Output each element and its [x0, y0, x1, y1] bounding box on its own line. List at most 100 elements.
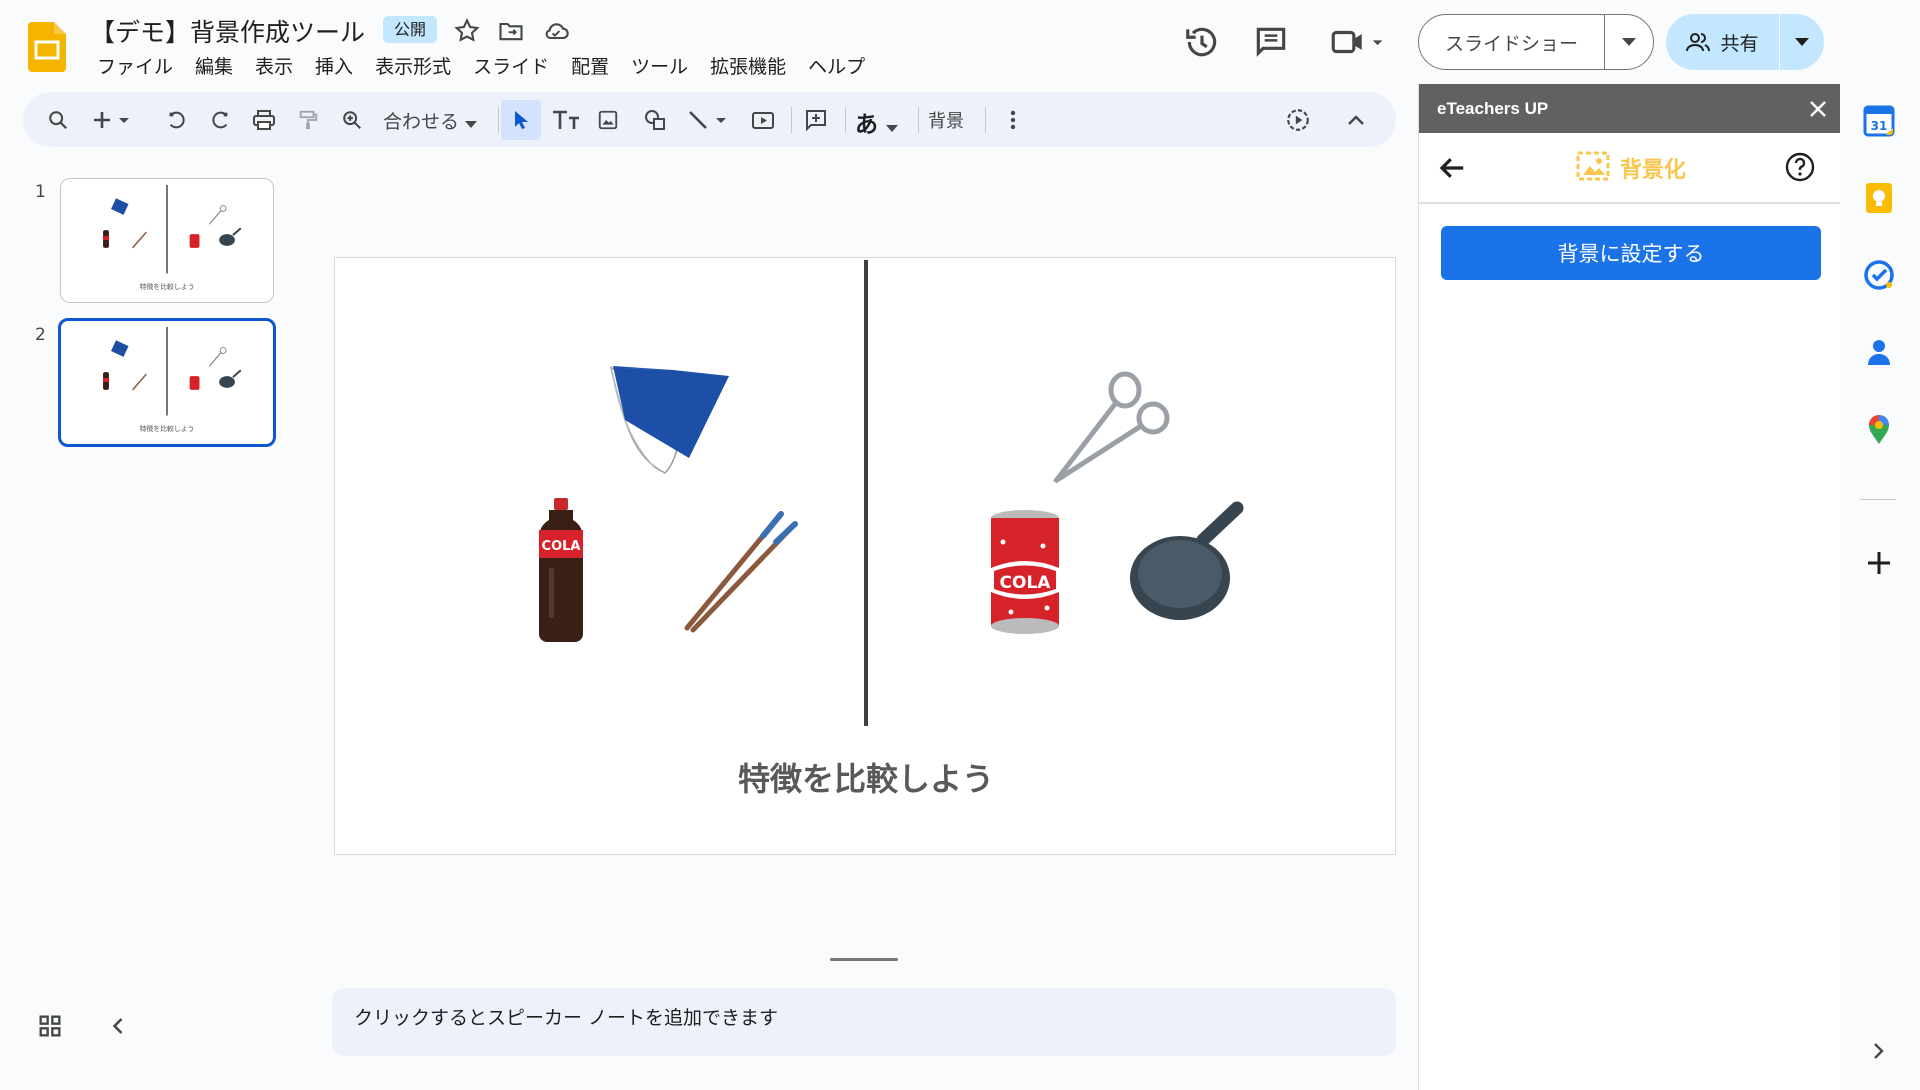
insert-video-icon[interactable]: [748, 105, 778, 135]
slideshow-label[interactable]: スライドショー: [1419, 15, 1605, 69]
close-icon[interactable]: [1808, 99, 1828, 119]
set-background-button[interactable]: 背景に設定する: [1441, 226, 1821, 280]
shape-icon[interactable]: [640, 105, 670, 135]
zoom-icon[interactable]: [337, 105, 367, 135]
panel-header: eTeachers UP: [1419, 84, 1840, 133]
new-slide-icon[interactable]: [91, 105, 135, 135]
collapse-filmstrip-chevron-icon[interactable]: [104, 1012, 134, 1042]
speaker-notes-field[interactable]: クリックするとスピーカー ノートを追加できます: [332, 988, 1396, 1056]
toolbar-divider: [791, 107, 792, 133]
back-arrow-icon[interactable]: [1437, 153, 1467, 183]
select-tool-icon[interactable]: [501, 100, 541, 140]
text-box-icon[interactable]: [548, 105, 584, 135]
share-button[interactable]: 共有: [1666, 14, 1824, 70]
slide-canvas[interactable]: COLA COLA 特徴を比較しよう: [334, 257, 1396, 855]
frying-pan-illustration: [1130, 501, 1244, 620]
cola-bottle-label: COLA: [542, 539, 581, 554]
undo-icon[interactable]: [162, 105, 192, 135]
zoom-fit-label: 合わせる: [383, 111, 460, 133]
slides-logo-icon[interactable]: [28, 22, 66, 72]
slide-thumbnail-preview: 特徴を比較しよう: [103, 326, 242, 433]
slide-thumbnail-2[interactable]: 特徴を比較しよう: [58, 318, 276, 447]
rail-divider: [1860, 499, 1896, 500]
share-label: 共有: [1720, 32, 1759, 55]
cola-can-illustration: COLA: [991, 510, 1059, 634]
slide-thumbnail-preview: 特徴を比較しよう: [103, 184, 242, 291]
more-options-icon[interactable]: [998, 105, 1028, 135]
thumbnail-caption: 特徴を比較しよう: [139, 424, 194, 433]
panel-nav-bar: 背景化: [1419, 133, 1840, 204]
menu-slide[interactable]: スライド: [462, 52, 560, 79]
share-options-chevron-icon[interactable]: [1780, 14, 1824, 70]
contacts-icon[interactable]: [1862, 335, 1896, 369]
add-icon[interactable]: [1862, 546, 1896, 580]
cloud-status-icon[interactable]: [542, 17, 570, 45]
keep-icon[interactable]: [1862, 181, 1896, 215]
expand-rail-chevron-icon[interactable]: [1862, 1034, 1896, 1068]
version-history-icon[interactable]: [1183, 23, 1221, 61]
meet-call-icon[interactable]: [1328, 23, 1386, 61]
slide-number: 1: [35, 182, 46, 202]
panel-section-heading: 背景化: [1574, 151, 1686, 185]
print-icon[interactable]: [249, 105, 279, 135]
background-button[interactable]: 背景: [928, 107, 964, 133]
slideshow-options-chevron-icon[interactable]: [1605, 15, 1653, 69]
zoom-chevron-icon: [465, 121, 478, 128]
menu-extensions[interactable]: 拡張機能: [699, 52, 797, 79]
slide-artwork: COLA COLA 特徴を比較しよう: [539, 260, 1244, 798]
document-title[interactable]: 【デモ】背景作成ツール: [90, 13, 365, 49]
move-folder-icon[interactable]: [497, 17, 525, 45]
scissors-illustration: [1053, 371, 1170, 484]
public-badge[interactable]: 公開: [383, 16, 438, 43]
insert-image-icon[interactable]: [593, 105, 623, 135]
calendar-icon[interactable]: 31: [1862, 104, 1896, 138]
people-icon: [1686, 33, 1711, 52]
animation-icon[interactable]: [1283, 105, 1313, 135]
share-main[interactable]: 共有: [1666, 14, 1780, 70]
toolbar-divider: [845, 107, 846, 133]
addon-side-panel: eTeachers UP 背景化 背景に設定する: [1418, 84, 1840, 1090]
side-apps-rail: 31: [1840, 84, 1920, 1090]
toolbar-divider: [498, 107, 499, 133]
tasks-icon[interactable]: [1862, 258, 1896, 292]
toolbar-divider: [985, 107, 986, 133]
slideshow-button[interactable]: スライドショー: [1418, 14, 1654, 70]
menu-edit[interactable]: 編集: [184, 52, 244, 79]
menu-arrange[interactable]: 配置: [560, 52, 620, 79]
slide-number: 2: [35, 325, 46, 345]
zoom-fit-dropdown[interactable]: 合わせる: [383, 107, 478, 134]
menu-format[interactable]: 表示形式: [364, 52, 462, 79]
comments-icon[interactable]: [1252, 23, 1290, 61]
grid-view-icon[interactable]: [36, 1012, 66, 1042]
menu-file[interactable]: ファイル: [86, 52, 184, 79]
slide-thumbnail-1[interactable]: 特徴を比較しよう: [60, 178, 274, 303]
toolbar: 合わせる あ 背景: [23, 92, 1396, 147]
input-tools-chevron-icon: [886, 125, 899, 132]
menu-help[interactable]: ヘルプ: [797, 52, 876, 79]
menu-tools[interactable]: ツール: [620, 52, 699, 79]
input-tools-glyph: あ: [855, 112, 878, 138]
add-comment-icon[interactable]: [801, 105, 831, 135]
paint-format-icon[interactable]: [293, 105, 323, 135]
calendar-day: 31: [1871, 119, 1888, 133]
star-icon[interactable]: [453, 17, 481, 45]
panel-title: eTeachers UP: [1437, 98, 1549, 118]
collapse-toolbar-chevron-icon[interactable]: [1341, 105, 1371, 135]
chopsticks-illustration: [684, 511, 798, 633]
slide-caption: 特徴を比較しよう: [738, 760, 994, 798]
panel-section-title: 背景化: [1620, 158, 1687, 183]
line-tool-icon[interactable]: [685, 105, 731, 135]
help-icon[interactable]: [1784, 151, 1816, 183]
mask-illustration: [609, 365, 729, 474]
notes-resize-handle[interactable]: [830, 958, 898, 961]
toolbar-divider: [918, 107, 919, 133]
maps-icon[interactable]: [1862, 412, 1896, 446]
cola-bottle-illustration: COLA: [539, 498, 583, 642]
menu-insert[interactable]: 挿入: [304, 52, 364, 79]
menu-view[interactable]: 表示: [244, 52, 304, 79]
search-menus-icon[interactable]: [43, 105, 73, 135]
menu-bar: ファイル 編集 表示 挿入 表示形式 スライド 配置 ツール 拡張機能 ヘルプ: [86, 52, 876, 79]
redo-icon[interactable]: [205, 105, 235, 135]
thumbnail-caption: 特徴を比較しよう: [139, 282, 194, 291]
input-tools-dropdown[interactable]: あ: [855, 105, 899, 139]
